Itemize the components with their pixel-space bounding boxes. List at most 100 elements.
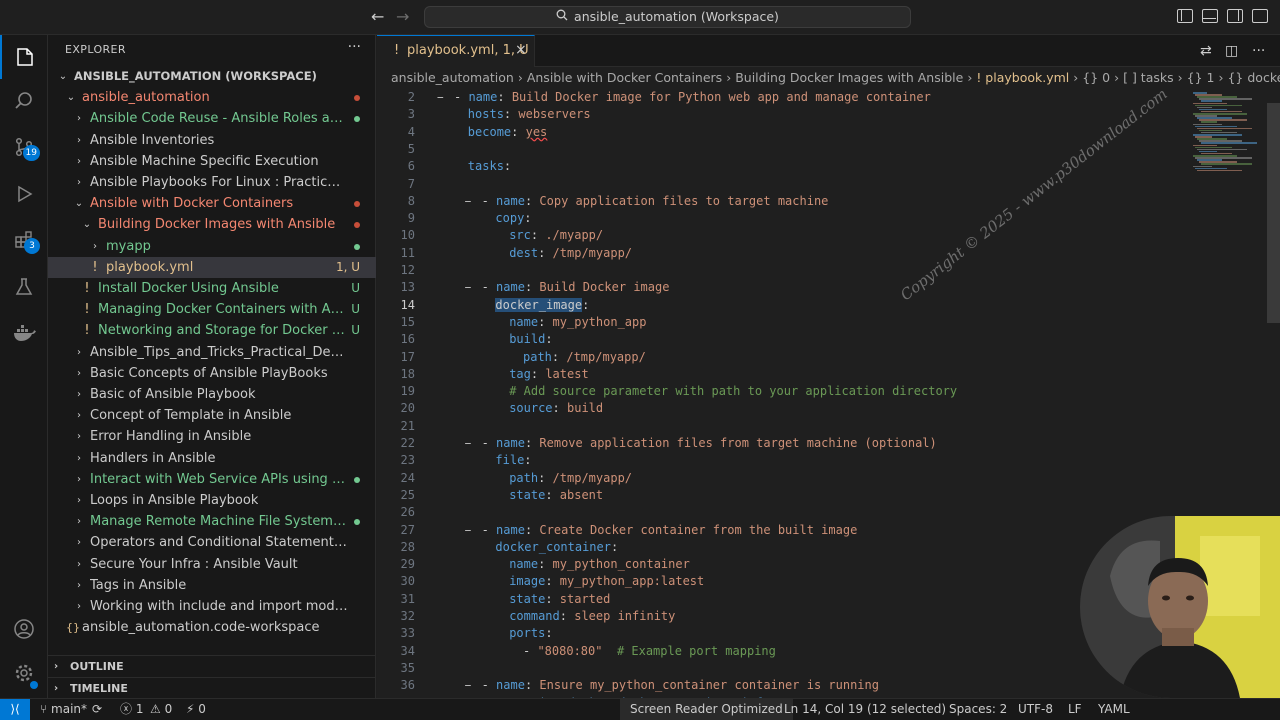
tree-item[interactable]: ⌄ Ansible with Docker Containers [48,193,376,214]
tree-item[interactable]: ! playbook.yml 1, U [48,256,376,278]
tree-item[interactable]: ! Networking and Storage for Docker Conta… [48,320,376,341]
code-token: : [524,193,540,208]
code-line: file: [495,452,531,469]
toggle-panel-icon[interactable] [1202,9,1218,23]
tree-item[interactable]: › Ansible_Tips_and_Tricks_Practical_Demos [48,342,376,363]
code-token: - [523,643,538,658]
sync-icon[interactable]: ⟳ [92,699,102,720]
tree-item[interactable]: › Handlers in Ansible [48,448,376,469]
tree-item[interactable]: › Tags in Ansible [48,575,376,596]
tree-item[interactable]: › Basic Concepts of Ansible PlayBooks [48,363,376,384]
tree-item[interactable]: ⌄ ansible_automation [48,87,376,108]
line-ending[interactable]: LF [1068,699,1082,720]
tree-item[interactable]: › Basic of Ansible Playbook [48,384,376,405]
code-token: ports [509,626,546,641]
chevron-right-icon: › [77,155,81,167]
run-debug-icon[interactable] [0,172,48,216]
search-icon[interactable] [0,79,48,123]
tree-item[interactable]: › Concept of Template in Ansible [48,405,376,426]
tree-item[interactable]: ! Managing Docker Containers with Ansible… [48,299,376,320]
code-token: : [538,245,553,260]
breadcrumb-segment[interactable]: {} docker_im [1227,70,1280,85]
tree-item[interactable]: › Error Handling in Ansible [48,426,376,447]
cursor-position[interactable]: Ln 14, Col 19 (12 selected) [784,699,946,720]
tree-item[interactable]: › Secure Your Infra : Ansible Vault [48,554,376,575]
tree-item[interactable]: › Operators and Conditional Statement in … [48,532,376,553]
tree-item[interactable]: › Manage Remote Machine File System via .… [48,511,376,532]
timeline-section[interactable]: › TIMELINE [48,677,376,699]
code-token: /tmp/myapp/ [566,349,646,364]
fold-marker-icon[interactable]: − [437,89,444,106]
tree-item[interactable]: ! Install Docker Using Ansible U [48,278,376,299]
tab-playbook-yml[interactable]: ! playbook.yml, 1, U × [377,35,535,67]
command-center-search[interactable]: ansible_automation (Workspace) [424,6,911,28]
breadcrumb-segment[interactable]: ansible_automation [391,70,514,85]
tree-item[interactable]: › myapp [48,236,376,257]
code-token: my_python_app [552,314,647,329]
warnings-count[interactable]: ⚠ 0 [150,699,172,720]
branch-indicator[interactable]: ⑂ main* [40,699,87,720]
breadcrumb-segment[interactable]: {} 0 [1082,70,1110,85]
forward-arrow-icon[interactable]: → [396,8,409,26]
fold-marker-icon[interactable]: − [465,522,472,539]
code-token: build [567,401,604,416]
scroll-thumb[interactable] [1267,103,1280,323]
code-token: file [495,453,525,468]
ports-count[interactable]: ⚡ 0 [186,699,206,720]
tree-item[interactable]: › Interact with Web Service APIs using An… [48,469,376,490]
code-token: ./myapp/ [545,228,604,243]
tree-item[interactable]: ⌄ Building Docker Images with Ansible [48,214,376,235]
fold-marker-icon[interactable]: − [465,279,472,296]
tree-item[interactable]: › Ansible Machine Specific Execution [48,151,376,172]
tree-item[interactable]: › Ansible Inventories [48,130,376,151]
accounts-icon[interactable] [0,607,48,651]
compare-changes-icon[interactable]: ⇄ [1200,43,1212,59]
fold-marker-icon[interactable]: − [465,435,472,452]
code-line: - "8080:80" # Example port mapping [523,643,776,660]
indentation[interactable]: Spaces: 2 [949,699,1007,720]
code-line: name: my_python_container [509,556,690,573]
code-token: source [509,401,553,416]
screen-reader-mode[interactable]: Screen Reader Optimized [620,699,793,720]
breadcrumb-segment[interactable]: Building Docker Images with Ansible [735,70,963,85]
testing-flask-icon[interactable] [0,265,48,309]
customize-layout-icon[interactable] [1252,9,1268,23]
outline-section[interactable]: › OUTLINE [48,655,376,677]
encoding[interactable]: UTF-8 [1018,699,1053,720]
code-token: : [538,557,553,572]
close-icon[interactable]: × [515,42,527,58]
tab-label: playbook.yml, 1, U [407,43,529,58]
breadcrumb-segment[interactable]: Ansible with Docker Containers [527,70,722,85]
tree-item-label: Ansible Playbooks For Linux : Practical … [90,175,348,190]
docker-icon[interactable] [0,311,48,355]
back-arrow-icon[interactable]: ← [371,8,384,26]
more-actions-icon[interactable]: ··· [1252,43,1265,59]
split-editor-icon[interactable]: ◫ [1225,43,1238,59]
toggle-secondary-sidebar-icon[interactable] [1227,9,1243,23]
breadcrumb-segment[interactable]: {} 1 [1187,70,1215,85]
tree-item[interactable]: › Ansible Playbooks For Linux : Practical… [48,172,376,193]
source-control-icon[interactable]: 19 [0,125,48,169]
extensions-icon[interactable]: 3 [0,218,48,262]
git-status-dot [354,95,360,102]
breadcrumb-segment[interactable]: ! playbook.yml [976,70,1069,85]
explorer-icon[interactable] [0,35,48,79]
line-number: 19 [400,384,415,399]
code-token: my_python_container [552,557,690,572]
language-mode[interactable]: YAML [1098,699,1130,720]
tree-item[interactable]: › Ansible Code Reuse - Ansible Roles and … [48,108,376,129]
workspace-title: ansible_automation (Workspace) [574,9,779,24]
fold-marker-icon[interactable]: − [465,193,472,210]
tree-item[interactable]: ⌄ ANSIBLE_AUTOMATION (WORKSPACE) [48,66,376,87]
remote-indicator-icon[interactable]: ⟩⟨ [0,699,30,720]
manage-gear-icon[interactable] [0,651,48,695]
breadcrumb-segment[interactable]: [ ] tasks [1123,70,1174,85]
more-actions-icon[interactable]: ··· [348,39,361,55]
tree-item[interactable]: › Working with include and import module … [48,596,376,617]
toggle-primary-sidebar-icon[interactable] [1177,9,1193,23]
code-line: image: my_python_app:latest [509,573,704,590]
errors-count[interactable]: ⓧ 1 [120,699,143,720]
fold-marker-icon[interactable]: − [465,677,472,694]
tree-item[interactable]: {} ansible_automation.code-workspace [48,617,376,638]
tree-item[interactable]: › Loops in Ansible Playbook [48,490,376,511]
